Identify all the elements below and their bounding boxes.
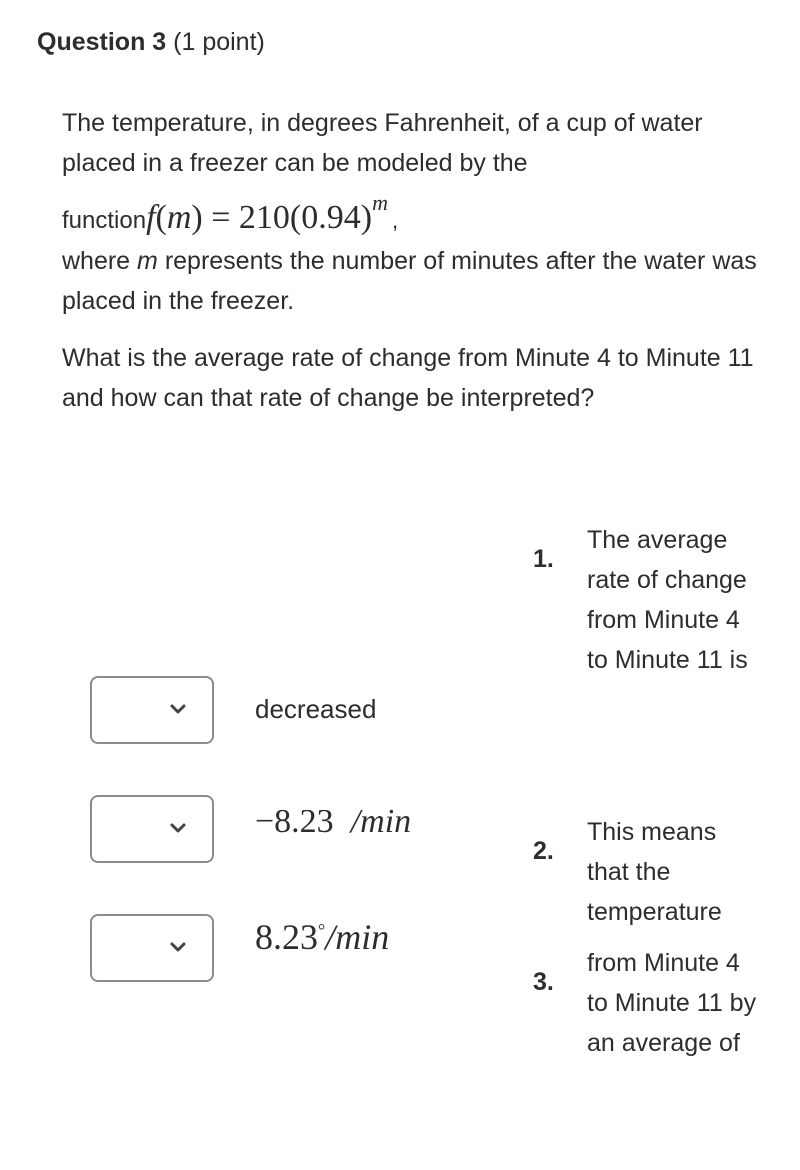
function-f: f (146, 199, 156, 236)
option-negative-rate-unit: /min (350, 803, 412, 840)
where-var: m (137, 247, 158, 275)
statement-text: This means that the temperature (587, 818, 722, 926)
option-positive-rate-value: 8.23 (255, 917, 318, 957)
function-paren: ( (155, 199, 167, 236)
option-positive-rate-unit: /min (325, 917, 390, 957)
answer-dropdown-2[interactable] (90, 795, 214, 863)
function-label: function (62, 207, 147, 234)
where-post: represents the number of minutes after t… (62, 247, 757, 315)
statement-number: 3. (533, 968, 554, 996)
statement-text: The average rate of change from Minute 4… (587, 526, 748, 674)
answer-dropdown-3[interactable] (90, 914, 214, 982)
function-math: f(m) = 210(0.94)m (146, 190, 388, 236)
question-prompt: The temperature, in degrees Fahrenheit, … (62, 103, 762, 321)
function-exponent: m (372, 190, 388, 215)
question-text: What is the average rate of change from … (62, 344, 754, 412)
chevron-down-icon (170, 704, 186, 714)
option-decreased: decreased (255, 694, 377, 724)
prompt-line1: The temperature, in degrees Fahrenheit, … (62, 109, 703, 177)
function-comma: , (391, 208, 399, 233)
function-expression: functionf(m) = 210(0.94)m, (62, 183, 398, 241)
option-positive-rate: 8.23°/min (255, 916, 389, 958)
chevron-down-icon (170, 942, 186, 952)
answer-dropdown-1[interactable] (90, 676, 214, 744)
option-negative-rate: −8.23 /min (255, 803, 411, 841)
option-negative-rate-value: −8.23 (255, 803, 334, 840)
function-rhs: ) = 210(0.94) (191, 199, 373, 236)
statement-number: 2. (533, 837, 554, 865)
statement-number: 1. (533, 545, 554, 573)
question-points: (1 point) (173, 28, 265, 56)
chevron-down-icon (170, 823, 186, 833)
statement-text: from Minute 4 to Minute 11 by an average… (587, 949, 757, 1057)
where-pre: where (62, 247, 138, 275)
question-header: Question 3 (1 point) (37, 28, 265, 57)
function-var: m (166, 199, 192, 236)
question-title: Question 3 (37, 28, 167, 56)
